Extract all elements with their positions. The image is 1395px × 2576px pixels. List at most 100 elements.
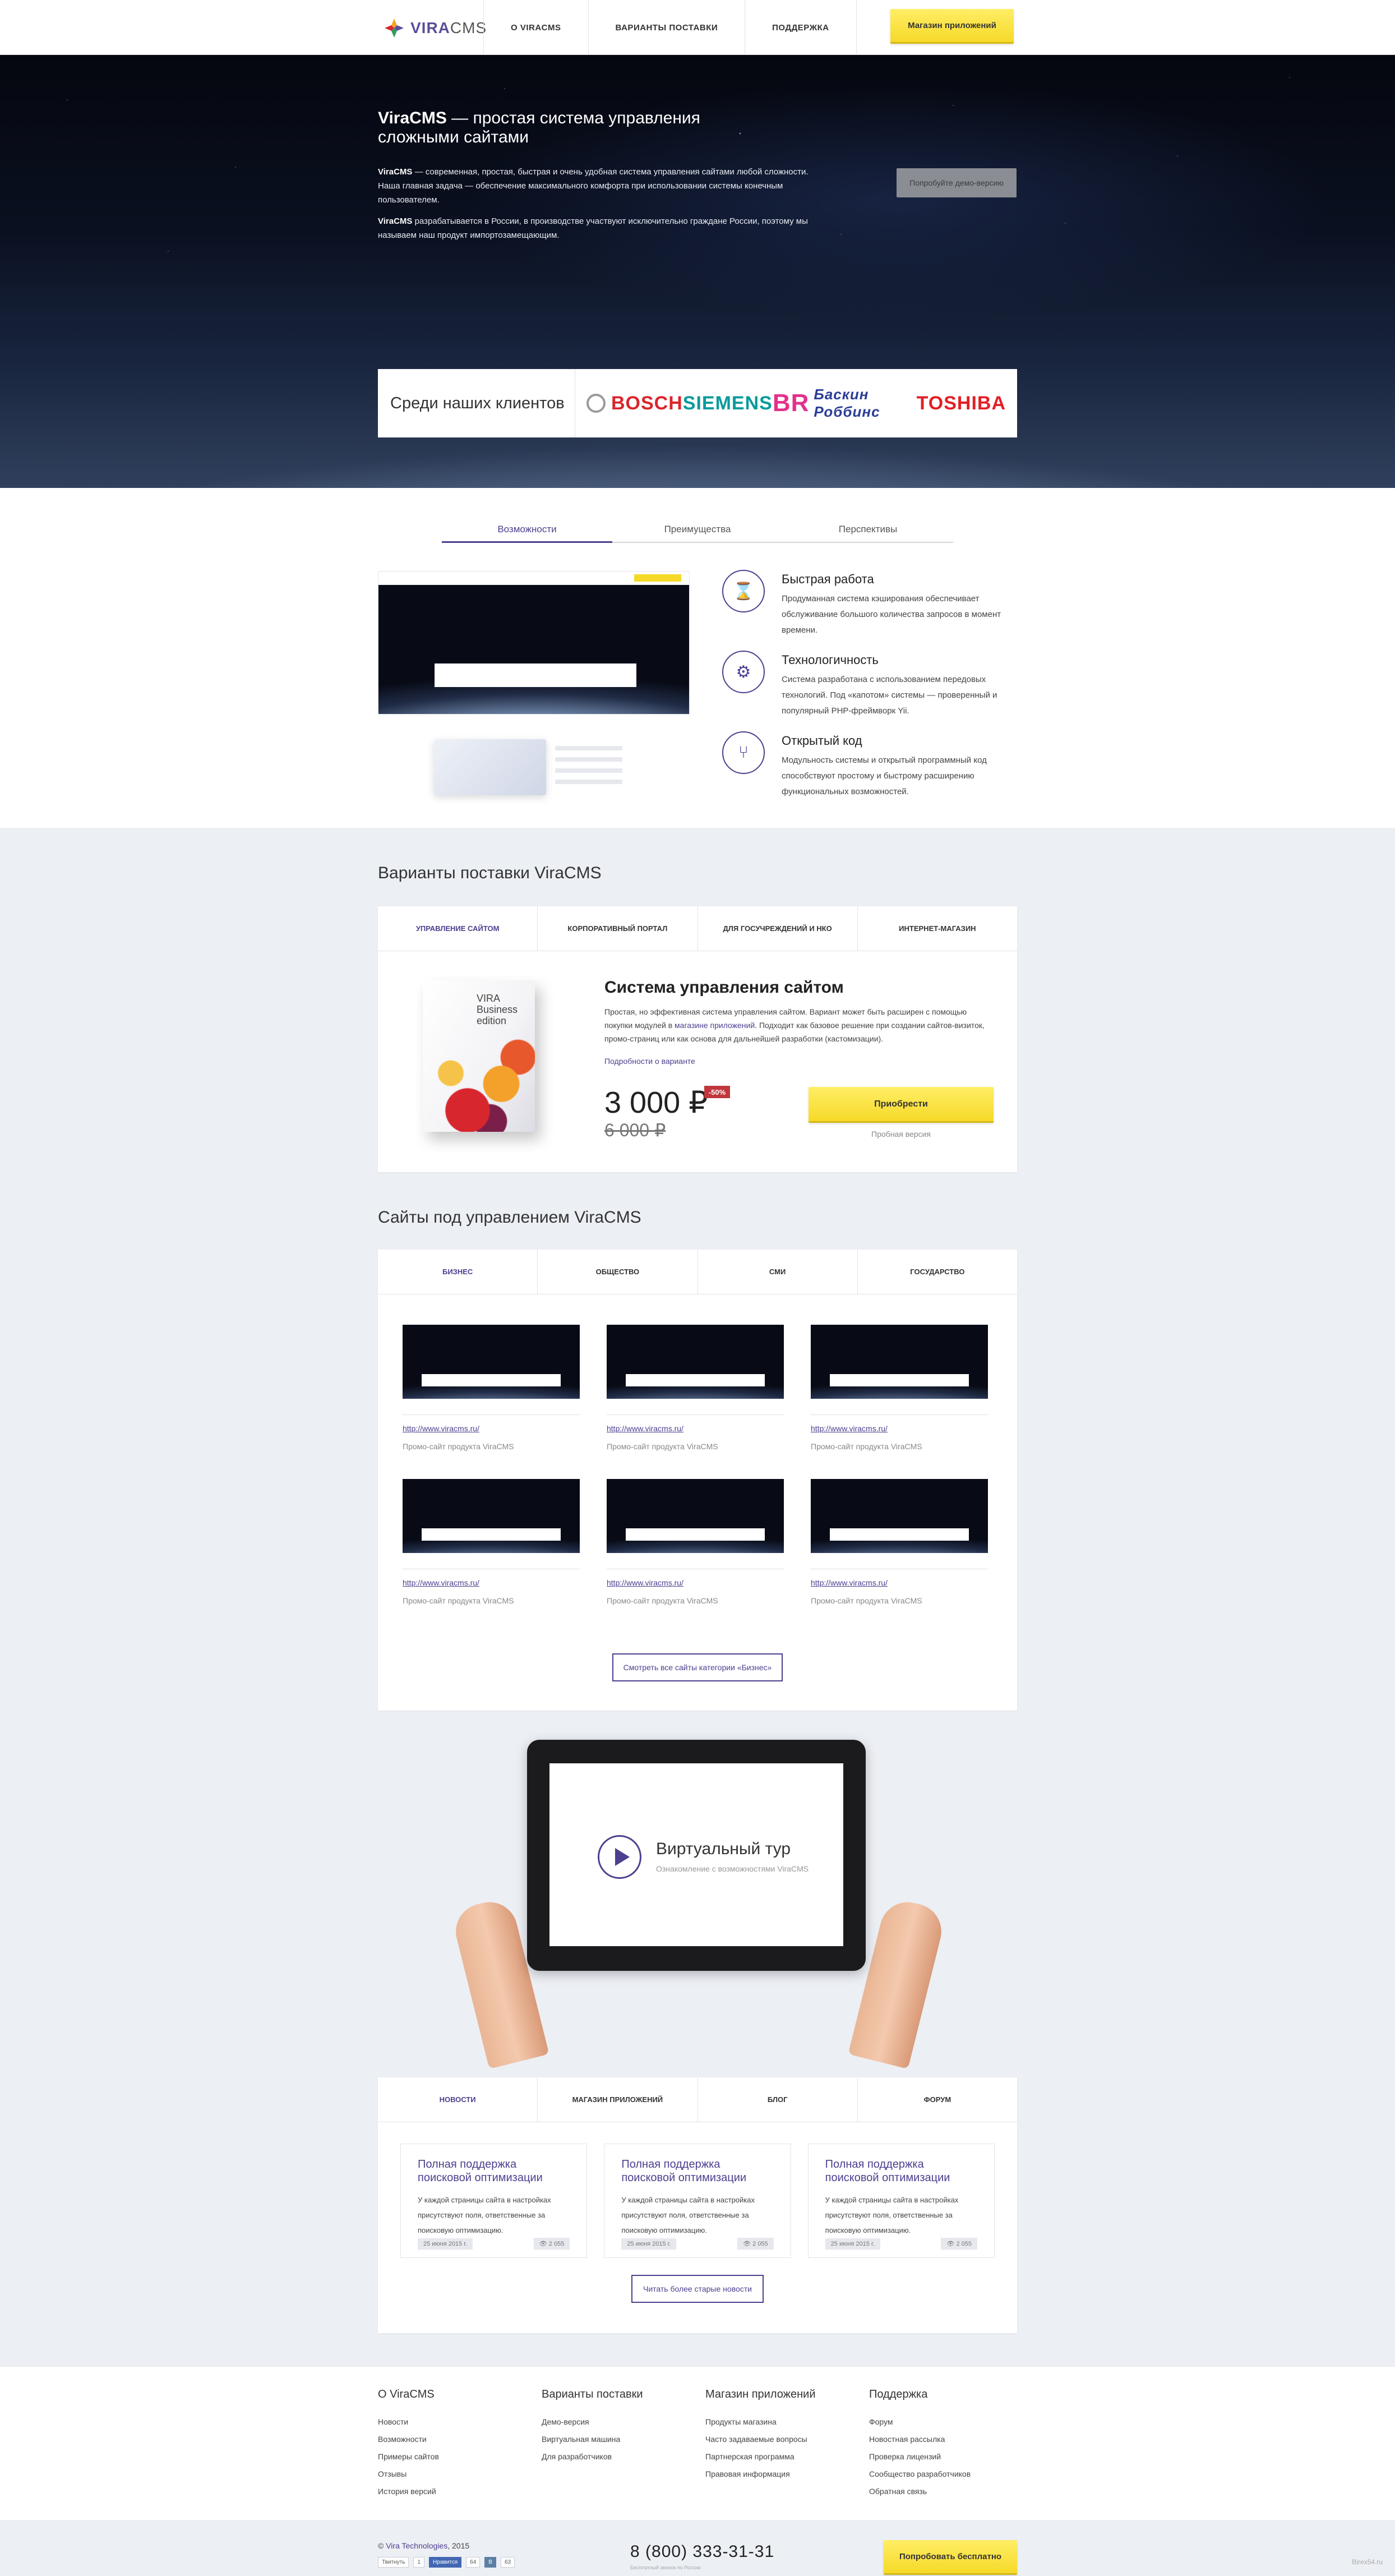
footer-link[interactable]: Форум bbox=[869, 2413, 1015, 2431]
news-item[interactable]: Полная поддержка поисковой оптимизации У… bbox=[604, 2144, 791, 2258]
news-item[interactable]: Полная поддержка поисковой оптимизации У… bbox=[807, 2144, 995, 2258]
virtual-tour-screen[interactable]: Виртуальный тур Ознакомление с возможнос… bbox=[549, 1763, 843, 1946]
virtual-tour-subtitle: Ознакомление с возможностями ViraCMS bbox=[656, 1864, 809, 1873]
footer-col-title: Магазин приложений bbox=[705, 2388, 816, 2400]
trial-link[interactable]: Пробная версия bbox=[809, 1130, 994, 1139]
tab-features[interactable]: Возможности bbox=[442, 522, 612, 543]
footer-link[interactable]: Новости bbox=[378, 2413, 524, 2431]
footer-col-title: О ViraCMS bbox=[378, 2388, 435, 2400]
tweet-button[interactable]: Твитнуть bbox=[378, 2557, 409, 2568]
footer-link[interactable]: Возможности bbox=[378, 2431, 524, 2448]
news-text: У каждой страницы сайта в настройках при… bbox=[621, 2196, 755, 2234]
footer-link[interactable]: Продукты магазина bbox=[705, 2413, 851, 2431]
footer-link[interactable]: Для разработчиков bbox=[542, 2448, 687, 2466]
demo-button[interactable]: Попробуйте демо-версию bbox=[897, 168, 1017, 197]
fork-icon: ⑂ bbox=[722, 731, 765, 774]
site-thumbnail[interactable] bbox=[403, 1471, 580, 1553]
footer-link[interactable]: Проверка лицензий bbox=[869, 2448, 1015, 2466]
news-item[interactable]: Полная поддержка поисковой оптимизации У… bbox=[400, 2144, 588, 2258]
footer-link[interactable]: Часто задаваемые вопросы bbox=[705, 2431, 851, 2448]
site-url[interactable]: http://www.viracms.ru/ bbox=[811, 1578, 888, 1587]
clients-label: Среди наших клиентов bbox=[378, 369, 575, 437]
sites-grid: http://www.viracms.ru/Промо-сайт продукт… bbox=[403, 1317, 997, 1605]
footer-link[interactable]: Новостная рассылка bbox=[869, 2431, 1015, 2448]
eye-icon: 👁 bbox=[946, 2241, 957, 2247]
eye-icon: 👁 bbox=[743, 2241, 753, 2247]
product-title: Система управления сайтом bbox=[604, 978, 844, 997]
site-thumbnail[interactable] bbox=[403, 1317, 580, 1399]
site-thumbnail[interactable] bbox=[607, 1317, 784, 1399]
tab-government[interactable]: Для госучреждений и НКО bbox=[698, 906, 858, 951]
sites-heading: Сайты под управлением ViraCMS bbox=[378, 1208, 641, 1227]
tab-forum[interactable]: Форум bbox=[858, 2077, 1017, 2122]
app-store-button[interactable]: Магазин приложений bbox=[890, 9, 1014, 44]
nav-support[interactable]: Поддержка bbox=[745, 0, 857, 55]
buy-button[interactable]: Приобрести bbox=[809, 1087, 994, 1123]
news-date: 25 июня 2015 г. bbox=[621, 2238, 677, 2250]
tab-advantages[interactable]: Преимущества bbox=[612, 522, 783, 542]
try-free-button[interactable]: Попробовать бесплатно bbox=[884, 2540, 1017, 2575]
hero-title: ViraCMS — простая система управления сло… bbox=[378, 109, 700, 146]
tab-news[interactable]: Новости bbox=[378, 2077, 538, 2122]
tab-ecommerce[interactable]: Интернет-магазин bbox=[858, 906, 1017, 951]
news-text: У каждой страницы сайта в настройках при… bbox=[825, 2196, 959, 2234]
footer-col-about: О ViraCMS Новости Возможности Примеры са… bbox=[378, 2388, 524, 2500]
news-title[interactable]: Полная поддержка поисковой оптимизации bbox=[621, 2158, 773, 2185]
site-item: http://www.viracms.ru/Промо-сайт продукт… bbox=[607, 1317, 792, 1451]
feature-text: Продуманная система кэширования обеспечи… bbox=[782, 594, 1001, 635]
footer-link[interactable]: Обратная связь bbox=[869, 2483, 1015, 2500]
footer-link[interactable]: Партнерская программа bbox=[705, 2448, 851, 2466]
feature-text: Система разработана с использованием пер… bbox=[782, 675, 997, 716]
site-thumbnail[interactable] bbox=[811, 1471, 988, 1553]
tab-society[interactable]: Общество bbox=[538, 1250, 698, 1294]
tab-app-store[interactable]: Магазин приложений bbox=[538, 2077, 698, 2122]
nav-delivery[interactable]: Варианты поставки bbox=[588, 0, 745, 55]
footer-link[interactable]: Правовая информация bbox=[705, 2466, 851, 2483]
company-link[interactable]: Vira Technologies bbox=[386, 2541, 447, 2550]
site-thumbnail[interactable] bbox=[811, 1317, 988, 1399]
tab-business[interactable]: Бизнес bbox=[378, 1250, 538, 1294]
tab-site-management[interactable]: Управление сайтом bbox=[378, 906, 538, 951]
delivery-card: Управление сайтом Корпоративный портал Д… bbox=[378, 906, 1017, 1172]
app-store-link[interactable]: магазине приложений bbox=[675, 1021, 755, 1030]
tab-corporate-portal[interactable]: Корпоративный портал bbox=[538, 906, 698, 951]
footer-link[interactable]: Сообщество разработчиков bbox=[869, 2466, 1015, 2483]
vk-button[interactable]: В bbox=[484, 2557, 496, 2568]
tab-government[interactable]: Государство bbox=[858, 1250, 1017, 1294]
play-icon[interactable] bbox=[598, 1835, 641, 1879]
features-tabs: Возможности Преимущества Перспективы bbox=[442, 522, 953, 543]
footer-link[interactable]: Виртуальная машина bbox=[542, 2431, 687, 2448]
site-url[interactable]: http://www.viracms.ru/ bbox=[811, 1424, 888, 1433]
all-sites-button[interactable]: Смотреть все сайты категории «Бизнес» bbox=[612, 1653, 783, 1681]
footer-link[interactable]: Отзывы bbox=[378, 2466, 524, 2483]
site-url[interactable]: http://www.viracms.ru/ bbox=[607, 1424, 683, 1433]
site-logo[interactable]: VIRACMS bbox=[384, 17, 487, 39]
footer-col-delivery: Варианты поставки Демо-версия Виртуальна… bbox=[542, 2388, 687, 2466]
site-thumbnail[interactable] bbox=[607, 1471, 784, 1553]
older-news-button[interactable]: Читать более старые новости bbox=[631, 2275, 764, 2303]
phone-number[interactable]: 8 (800) 333-31-31 bbox=[630, 2542, 774, 2561]
news-title[interactable]: Полная поддержка поисковой оптимизации bbox=[418, 2158, 570, 2185]
admin-preview-lines bbox=[555, 746, 622, 791]
site-url[interactable]: http://www.viracms.ru/ bbox=[607, 1578, 683, 1587]
footer-col-title: Поддержка bbox=[869, 2388, 928, 2400]
news-title[interactable]: Полная поддержка поисковой оптимизации bbox=[825, 2158, 977, 2185]
facebook-like-button[interactable]: Нравится bbox=[429, 2557, 462, 2568]
hero-section: ViraCMS — простая система управления сло… bbox=[0, 55, 1395, 488]
details-link[interactable]: Подробности о варианте bbox=[604, 1057, 695, 1066]
footer-link[interactable]: Демо-версия bbox=[542, 2413, 687, 2431]
feature-title: Технологичность bbox=[782, 653, 879, 667]
footer-link[interactable]: Примеры сайтов bbox=[378, 2448, 524, 2466]
bosch-logo: BOSCH bbox=[586, 393, 683, 414]
tab-media[interactable]: СМИ bbox=[698, 1250, 858, 1294]
footer-link[interactable]: История версий bbox=[378, 2483, 524, 2500]
main-nav: О ViraCMS Варианты поставки Поддержка bbox=[483, 0, 857, 55]
developer-credit[interactable]: Birex54.ru bbox=[1352, 2558, 1383, 2566]
tab-blog[interactable]: Блог bbox=[698, 2077, 858, 2122]
site-url[interactable]: http://www.viracms.ru/ bbox=[403, 1424, 479, 1433]
tab-prospects[interactable]: Перспективы bbox=[783, 522, 953, 542]
tweet-count: 1 bbox=[413, 2557, 425, 2568]
site-url[interactable]: http://www.viracms.ru/ bbox=[403, 1578, 479, 1587]
nav-about[interactable]: О ViraCMS bbox=[483, 0, 588, 55]
news-views: 👁 2 055 bbox=[737, 2238, 774, 2250]
